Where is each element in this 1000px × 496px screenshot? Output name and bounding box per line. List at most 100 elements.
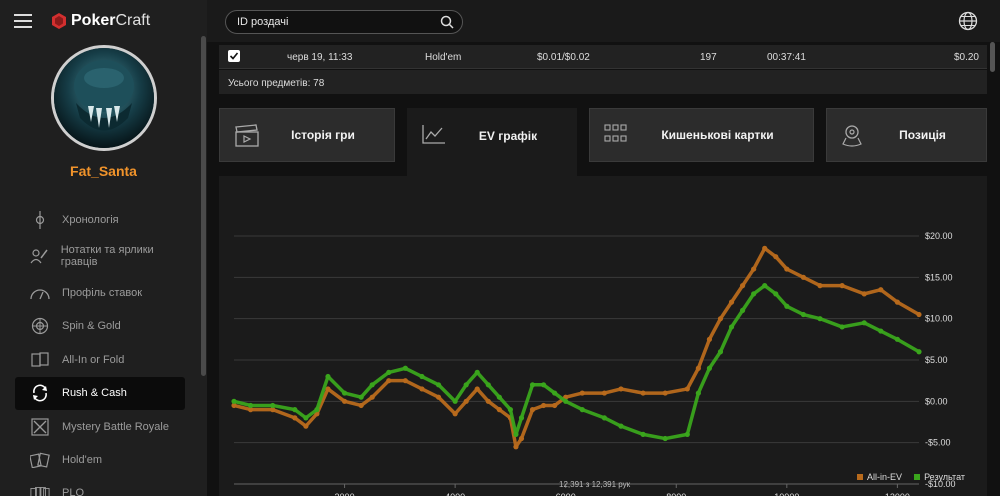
- sidebar-item-spin-gold[interactable]: Spin & Gold: [15, 310, 185, 343]
- avatar[interactable]: [50, 45, 157, 151]
- row-checkbox[interactable]: [228, 50, 240, 62]
- data-point: [695, 390, 701, 396]
- items-total: Усього предметів: 78: [219, 70, 987, 94]
- ev-chart: $20.00$15.00$10.00$5.00$0.00-$5.00-$10.0…: [231, 231, 956, 496]
- tab-game-history[interactable]: Історія гри: [219, 108, 395, 162]
- globe-icon[interactable]: [958, 11, 978, 31]
- data-point: [839, 324, 845, 330]
- data-point: [739, 283, 746, 289]
- legend-label: All-in-EV: [867, 472, 903, 482]
- tab-label: Кишенькові картки: [661, 128, 774, 142]
- data-point: [402, 365, 408, 371]
- data-point: [496, 394, 502, 400]
- y-tick-label: $0.00: [925, 396, 948, 406]
- timeline-icon: [30, 210, 50, 230]
- tab-position[interactable]: Позиція: [826, 108, 987, 162]
- x-tick-label: 8000: [666, 492, 686, 496]
- sidebar-nav: Хронологія Нотатки та ярлики гравців Про…: [0, 203, 207, 496]
- legend-swatch: [857, 474, 864, 480]
- data-point: [386, 378, 392, 384]
- ev-chart-panel: $20.00 $15.00 $10.00 $5.00 $0.00 -$5.00 -$10.0…: [219, 176, 987, 496]
- legend-swatch: [914, 474, 921, 480]
- tab-ev-graph[interactable]: EV графік: [407, 108, 577, 176]
- cards-icon: [30, 350, 50, 370]
- sidebar-header: PokerCraft: [0, 0, 207, 42]
- table-row[interactable]: черв 19, 11:33 Hold'em $0.01/$0.02 197 0…: [219, 45, 987, 69]
- data-point: [314, 407, 320, 413]
- tab-label: Історія гри: [291, 128, 355, 142]
- cell-stakes: $0.01/$0.02: [537, 52, 590, 63]
- data-point: [579, 390, 585, 396]
- legend-item-result[interactable]: Результат: [914, 472, 965, 482]
- sidebar-item-plo[interactable]: PLO: [15, 477, 185, 496]
- sidebar-item-label: Нотатки та ярлики гравців: [60, 244, 154, 269]
- x-tick-label: 10000: [774, 492, 799, 496]
- checkmark-icon: [229, 52, 239, 60]
- data-point: [800, 311, 807, 318]
- search-icon[interactable]: [440, 15, 454, 29]
- data-point: [640, 390, 646, 396]
- data-point: [817, 316, 823, 322]
- sidebar-item-notes[interactable]: Нотатки та ярлики гравців: [15, 236, 185, 276]
- series-line-all-in-ev: [233, 246, 920, 449]
- search-input[interactable]: ID роздачі: [225, 10, 463, 34]
- sidebar-item-holdem[interactable]: Hold'em: [15, 443, 185, 476]
- data-point: [894, 299, 900, 305]
- pokercraft-logo[interactable]: PokerCraft: [52, 12, 150, 30]
- series-line-result: [233, 283, 920, 441]
- tab-bar: Історія гри EV графік Кишенькові картки: [219, 108, 987, 176]
- y-tick-label: $5.00: [925, 355, 948, 365]
- sidebar-item-label: Hold'em: [62, 454, 103, 467]
- data-point: [695, 365, 701, 371]
- data-point: [485, 398, 491, 404]
- data-point: [540, 382, 547, 388]
- sidebar-scrollbar[interactable]: [201, 36, 206, 376]
- gauge-icon: [30, 283, 50, 303]
- data-point: [270, 402, 276, 409]
- legend-item-all-in-ev[interactable]: All-in-EV: [857, 472, 902, 482]
- sidebar-item-all-in-fold[interactable]: All-In or Fold: [15, 343, 185, 376]
- data-point: [728, 324, 735, 330]
- tab-label: EV графік: [478, 129, 538, 143]
- data-point: [507, 407, 514, 413]
- hamburger-menu-icon[interactable]: [14, 14, 32, 28]
- sidebar-item-label: Spin & Gold: [62, 320, 121, 333]
- data-point: [292, 407, 298, 413]
- y-tick-label: -$5.00: [925, 438, 951, 448]
- sidebar-item-label: PLO: [62, 487, 85, 496]
- data-point: [369, 394, 375, 400]
- data-point: [662, 435, 668, 442]
- data-point: [435, 382, 442, 388]
- data-point: [728, 299, 735, 305]
- data-point: [739, 307, 746, 313]
- data-point: [706, 336, 713, 342]
- data-point: [751, 266, 757, 272]
- data-point: [513, 431, 519, 437]
- tab-pocket-cards[interactable]: Кишенькові картки: [589, 108, 814, 162]
- data-point: [529, 407, 536, 413]
- search-value: ID роздачі: [237, 16, 289, 28]
- data-point: [402, 378, 408, 384]
- data-point: [894, 336, 900, 342]
- data-point: [563, 398, 569, 404]
- data-point: [474, 369, 480, 375]
- cell-result: $0.20: [953, 52, 979, 63]
- sidebar-item-timeline[interactable]: Хронологія: [15, 203, 185, 236]
- data-point: [784, 303, 790, 309]
- table-scrollbar[interactable]: [990, 42, 995, 72]
- data-point: [435, 394, 442, 400]
- data-point: [773, 291, 779, 297]
- sidebar-item-bet-profile[interactable]: Профіль ставок: [15, 276, 185, 309]
- sidebar-item-rush-cash[interactable]: Rush & Cash: [15, 376, 185, 410]
- main-content: черв 19, 11:33 Hold'em $0.01/$0.02 197 0…: [207, 42, 1000, 496]
- data-point: [800, 274, 807, 280]
- data-point: [773, 254, 779, 260]
- username[interactable]: Fat_Santa: [0, 163, 207, 179]
- data-point: [463, 398, 469, 404]
- sidebar-item-mystery-battle-royale[interactable]: Mystery Battle Royale: [15, 410, 185, 443]
- data-point: [496, 407, 502, 413]
- sidebar-item-label: Mystery Battle Royale: [62, 420, 169, 433]
- data-point: [601, 390, 607, 396]
- data-point: [861, 291, 867, 297]
- data-point: [358, 394, 364, 400]
